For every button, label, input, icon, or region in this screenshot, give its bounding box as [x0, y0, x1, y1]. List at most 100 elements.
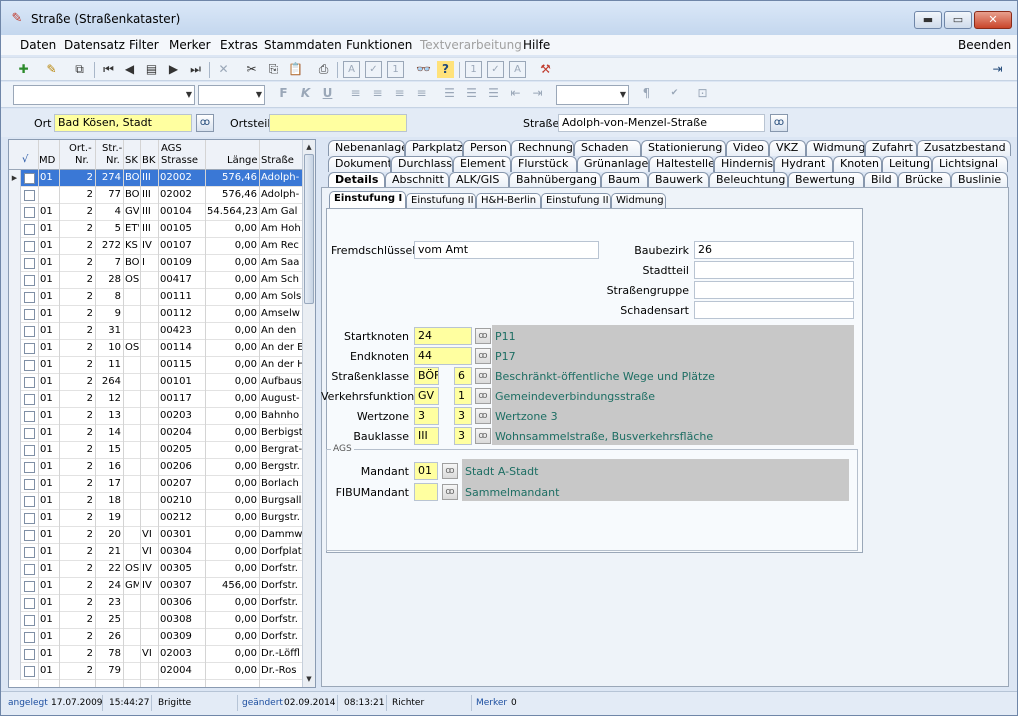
- baubezirk-field[interactable]: 26: [694, 241, 854, 259]
- row-checkbox[interactable]: [24, 445, 35, 456]
- tab-row3-3[interactable]: Bahnübergang: [509, 172, 601, 188]
- tab-row2-4[interactable]: Grünanlage: [577, 156, 649, 172]
- wertzone-number-field[interactable]: 3: [454, 407, 472, 425]
- outdent-icon[interactable]: ⇤: [507, 85, 524, 102]
- page-setup-icon[interactable]: ⊡: [694, 85, 711, 102]
- stadtteil-field[interactable]: [694, 261, 854, 279]
- subtab-1[interactable]: Einstufung II: [406, 193, 476, 209]
- menu-daten[interactable]: Daten: [20, 38, 56, 52]
- tab-row1-7[interactable]: VKZ: [769, 140, 806, 156]
- menu-extras[interactable]: Extras: [220, 38, 258, 52]
- tab-row2-8[interactable]: Knoten: [833, 156, 882, 172]
- row-checkbox[interactable]: [24, 547, 35, 558]
- strassenklasse-binoculars-icon[interactable]: ꝏ: [475, 368, 491, 384]
- row-checkbox[interactable]: [24, 666, 35, 677]
- cut-icon[interactable]: ✂: [243, 61, 260, 78]
- menu-beenden[interactable]: Beenden: [958, 38, 1011, 52]
- row-checkbox[interactable]: [24, 394, 35, 405]
- endknoten-binoculars-icon[interactable]: ꝏ: [475, 348, 491, 364]
- align-right-icon[interactable]: ≡: [391, 85, 408, 102]
- header-check[interactable]: √: [22, 154, 28, 166]
- bauklasse-code-field[interactable]: III: [414, 427, 439, 445]
- tab-row2-0[interactable]: Dokument: [328, 156, 391, 172]
- row-indicator[interactable]: [9, 204, 21, 221]
- delete-icon[interactable]: ✕: [215, 61, 232, 78]
- row-indicator[interactable]: [9, 544, 21, 561]
- tab-row2-1[interactable]: Durchlass: [391, 156, 453, 172]
- row-indicator[interactable]: [9, 272, 21, 289]
- font-name-combo[interactable]: ▼: [13, 85, 195, 105]
- binoculars-search-icon[interactable]: 👓: [415, 61, 432, 78]
- strassengruppe-field[interactable]: [694, 281, 854, 299]
- verkehrsfunktion-number-field[interactable]: 1: [454, 387, 472, 405]
- ort-search-binoculars-icon[interactable]: ꝏ: [196, 114, 214, 132]
- row-checkbox[interactable]: [24, 462, 35, 473]
- header-sk[interactable]: SK: [125, 155, 138, 167]
- row-checkbox[interactable]: [24, 258, 35, 269]
- header-ags-2[interactable]: Strasse: [161, 155, 198, 167]
- row-indicator[interactable]: [9, 289, 21, 306]
- tab-row3-4[interactable]: Baum: [601, 172, 648, 188]
- row-indicator[interactable]: [9, 459, 21, 476]
- header-ags-1[interactable]: AGS: [161, 143, 182, 155]
- menu-funktionen[interactable]: Funktionen: [346, 38, 412, 52]
- tools-icon[interactable]: ⚒: [537, 61, 554, 78]
- last-record-icon[interactable]: ⏭: [187, 61, 204, 78]
- copy-icon[interactable]: ⎘: [265, 61, 282, 78]
- tab-row3-9[interactable]: Brücke: [898, 172, 951, 188]
- indent-icon[interactable]: ⇥: [529, 85, 546, 102]
- bauklasse-binoculars-icon[interactable]: ꝏ: [475, 428, 491, 444]
- wertzone-binoculars-icon[interactable]: ꝏ: [475, 408, 491, 424]
- number-one-icon[interactable]: 1: [387, 61, 404, 78]
- number-one-icon-2[interactable]: 1: [465, 61, 482, 78]
- row-checkbox[interactable]: [24, 275, 35, 286]
- tab-row1-8[interactable]: Widmung: [806, 140, 865, 156]
- checkbox-icon[interactable]: ✓: [365, 61, 382, 78]
- row-checkbox[interactable]: [24, 292, 35, 303]
- strassenklasse-number-field[interactable]: 6: [454, 367, 472, 385]
- scroll-thumb[interactable]: [304, 154, 314, 304]
- row-checkbox[interactable]: [24, 581, 35, 592]
- tab-row1-0[interactable]: Nebenanlage: [328, 140, 405, 156]
- justify-icon[interactable]: ≡: [413, 85, 430, 102]
- filter-icon[interactable]: ▤: [143, 61, 160, 78]
- tab-row1-3[interactable]: Rechnung: [511, 140, 574, 156]
- row-indicator[interactable]: [9, 391, 21, 408]
- verkehrsfunktion-code-field[interactable]: GV: [414, 387, 439, 405]
- print-icon[interactable]: ⎙: [315, 61, 332, 78]
- row-checkbox[interactable]: [24, 479, 35, 490]
- tab-row1-6[interactable]: Video: [726, 140, 769, 156]
- row-checkbox[interactable]: [24, 496, 35, 507]
- bullet-list-icon[interactable]: ☰: [463, 85, 480, 102]
- numbered-list-icon[interactable]: ☰: [441, 85, 458, 102]
- tab-row2-6[interactable]: Hindernis: [714, 156, 774, 172]
- fibumandant-field[interactable]: [414, 483, 438, 501]
- tab-row2-3[interactable]: Flurstück: [511, 156, 577, 172]
- header-ort-nr-2[interactable]: Nr.: [75, 155, 89, 167]
- row-checkbox[interactable]: [24, 173, 35, 184]
- row-indicator[interactable]: [9, 561, 21, 578]
- menu-merker[interactable]: Merker: [169, 38, 211, 52]
- startknoten-binoculars-icon[interactable]: ꝏ: [475, 328, 491, 344]
- tab-row3-1[interactable]: Abschnitt: [385, 172, 449, 188]
- menu-filter[interactable]: Filter: [129, 38, 159, 52]
- scroll-up-icon[interactable]: ▲: [303, 141, 315, 153]
- row-indicator[interactable]: [9, 323, 21, 340]
- row-checkbox[interactable]: [24, 343, 35, 354]
- text-a-icon[interactable]: A: [343, 61, 360, 78]
- row-indicator[interactable]: [9, 476, 21, 493]
- row-checkbox[interactable]: [24, 377, 35, 388]
- fibumandant-binoculars-icon[interactable]: ꝏ: [442, 484, 458, 500]
- header-strasse[interactable]: Straße: [261, 155, 294, 167]
- tab-row1-2[interactable]: Person: [463, 140, 511, 156]
- underline-icon[interactable]: U: [319, 85, 336, 102]
- row-checkbox[interactable]: [24, 411, 35, 422]
- tab-row2-9[interactable]: Leitung: [882, 156, 932, 172]
- ortsteil-field[interactable]: [269, 114, 407, 132]
- row-checkbox[interactable]: [24, 513, 35, 524]
- paste-icon[interactable]: 📋: [287, 61, 304, 78]
- row-indicator[interactable]: [9, 221, 21, 238]
- list-icon[interactable]: ☰: [485, 85, 502, 102]
- row-indicator[interactable]: [9, 255, 21, 272]
- menu-datensatz[interactable]: Datensatz: [64, 38, 125, 52]
